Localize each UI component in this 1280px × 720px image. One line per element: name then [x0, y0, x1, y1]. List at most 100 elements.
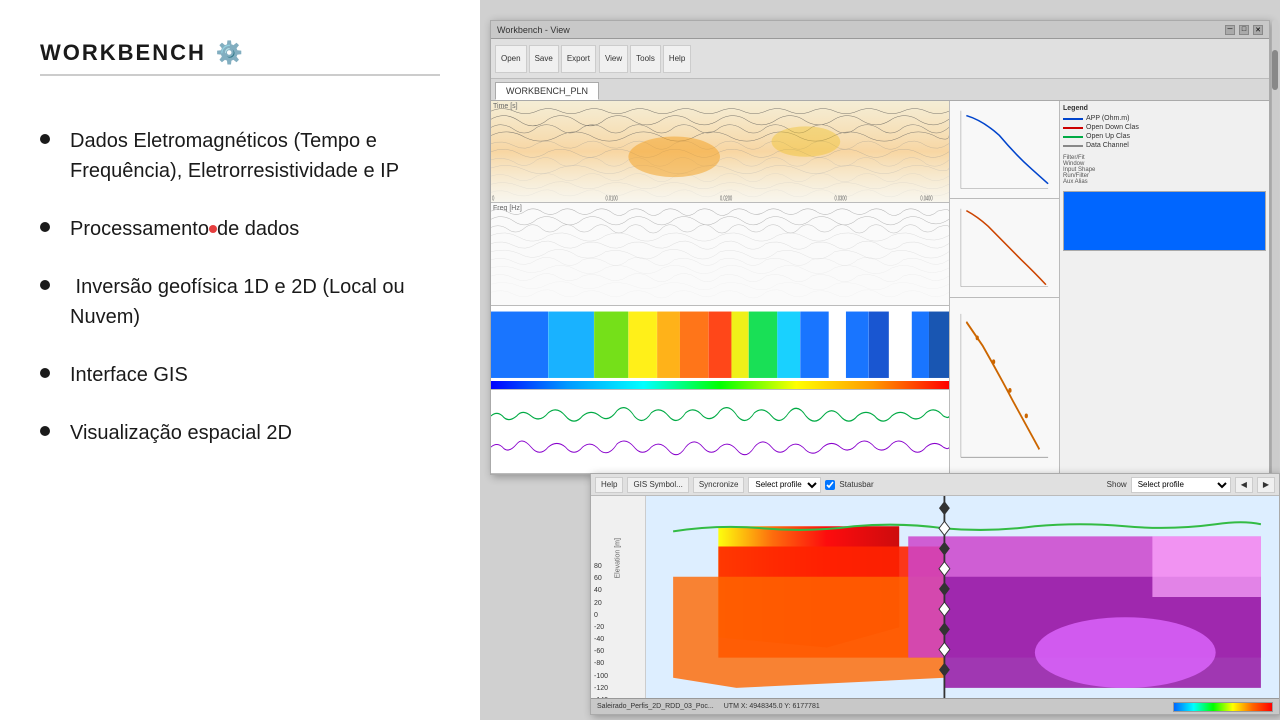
legend-row: Aux Alias [1063, 179, 1266, 185]
item5-text: Visualização espacial 2D [70, 418, 292, 448]
chart1-label: Time [s] [493, 103, 518, 110]
legend-extra: Filter/Fit Window Input Shape Run/Filter… [1063, 155, 1266, 185]
seismic-chart-1: 0 0.0100 0.0200 0.0300 0.0400 Time [s] [491, 101, 949, 203]
bullet-dot [40, 368, 50, 378]
toolbar-group: Open Save Export [495, 45, 596, 73]
gis-chart-area: Elevation [m] 80 60 40 20 0 -20 -40 -60 … [591, 496, 1279, 714]
status-colorscale [1173, 702, 1273, 712]
nav-right-button[interactable]: ▶ [1257, 477, 1275, 493]
chart2-label: Freq [Hz] [493, 205, 522, 212]
legend-swatch [1063, 136, 1083, 138]
legend-swatch [1063, 118, 1083, 120]
scrollbar-top[interactable] [1272, 20, 1278, 475]
legend-title: Legend [1063, 105, 1266, 112]
red-dot-icon [209, 225, 217, 233]
svg-text:0.0100: 0.0100 [606, 196, 618, 203]
bullet-dot [40, 280, 50, 290]
legend-item: Open Up Clas [1063, 133, 1266, 140]
gis-toolbar: Help GIS Symbol... Syncronize Select pro… [591, 474, 1279, 496]
gis-profile [646, 496, 1279, 698]
side-chart-3 [950, 298, 1059, 474]
tab-bar: WORKBENCH_PLN [491, 79, 1269, 101]
window-title: Workbench - View [497, 25, 570, 35]
show-profile-select[interactable]: Select profile [1131, 477, 1231, 493]
legend-item: APP (Ohm.m) [1063, 115, 1266, 122]
gis-sync-button[interactable]: Syncronize [693, 477, 745, 493]
list-item: Processamentode dados [40, 214, 440, 244]
legend-swatch [1063, 127, 1083, 129]
side-panels: Legend APP (Ohm.m) Open Down Clas Open U… [949, 101, 1269, 474]
maximize-button[interactable]: □ [1239, 25, 1249, 35]
gis-window: Help GIS Symbol... Syncronize Select pro… [590, 473, 1280, 715]
open-button[interactable]: Open [495, 45, 527, 73]
statusbar-checkbox[interactable] [825, 480, 835, 490]
gis-symbol-button[interactable]: GIS Symbol... [627, 477, 688, 493]
utm-status: UTM X: 4948345.0 Y: 6177781 [724, 703, 820, 710]
svg-text:0.0400: 0.0400 [920, 196, 932, 203]
charts-area: 0 0.0100 0.0200 0.0300 0.0400 Time [s] [491, 101, 1269, 474]
svg-text:0.0300: 0.0300 [835, 196, 847, 203]
svg-text:0.0200: 0.0200 [720, 196, 732, 203]
gis-y-axis: Elevation [m] 80 60 40 20 0 -20 -40 -60 … [591, 496, 646, 714]
legend-label: Open Up Clas [1086, 133, 1130, 140]
legend-label: APP (Ohm.m) [1086, 115, 1129, 122]
legend-label: Data Channel [1086, 142, 1129, 149]
export-button[interactable]: Export [561, 45, 596, 73]
right-panel: Workbench - View ─ □ ✕ Open Save Export … [480, 0, 1280, 720]
gis-profile-select[interactable]: Select profile [748, 477, 821, 493]
bullet-text: Dados Eletromagnéticos (Tempo e Frequênc… [70, 126, 399, 186]
seismic-chart-2: Freq [Hz] [491, 203, 949, 305]
side-chart-1 [950, 101, 1059, 199]
bullet-dot [40, 426, 50, 436]
bullet-text: Inversão geofísica 1D e 2D (Local ou Nuv… [70, 272, 405, 332]
logo-icon: ⚙️ [216, 40, 243, 66]
list-item: Interface GIS [40, 360, 440, 390]
toolbar-group2: View Tools Help [599, 45, 691, 73]
y-label: Elevation [m] [615, 531, 622, 579]
left-panel: WORKBENCH ⚙️ Dados Eletromagnéticos (Tem… [0, 0, 480, 720]
show-label: Show [1107, 480, 1127, 489]
legend-label: Open Down Clas [1086, 124, 1139, 131]
legend-item: Data Channel [1063, 142, 1266, 149]
legend-item: Open Down Clas [1063, 124, 1266, 131]
list-item: Dados Eletromagnéticos (Tempo e Frequênc… [40, 126, 440, 186]
bullet-dot [40, 134, 50, 144]
scrollbar-thumb [1272, 50, 1278, 90]
signal-chart [491, 390, 949, 474]
resistivity-chart [491, 306, 949, 390]
file-status: Saleirado_Perfis_2D_RDD_03_Poc... [597, 703, 714, 710]
legend-panel: Legend APP (Ohm.m) Open Down Clas Open U… [1059, 101, 1269, 474]
bullet-dot [40, 222, 50, 232]
list-item: Inversão geofísica 1D e 2D (Local ou Nuv… [40, 272, 440, 332]
gis-main-chart: 20 40 60 80 100 120 140 160 180 200 220 … [646, 496, 1279, 714]
side-chart-2 [950, 199, 1059, 297]
bullet-list: Dados Eletromagnéticos (Tempo e Frequênc… [40, 126, 440, 476]
toolbar-area: Open Save Export View Tools Help [491, 39, 1269, 79]
window-controls: ─ □ ✕ [1225, 25, 1263, 35]
bullet-text: Processamentode dados [70, 214, 299, 244]
main-charts: 0 0.0100 0.0200 0.0300 0.0400 Time [s] [491, 101, 949, 474]
minimize-button[interactable]: ─ [1225, 25, 1235, 35]
gis-help-button[interactable]: Help [595, 477, 623, 493]
item4-text: Interface GIS [70, 360, 188, 390]
workbench-window: Workbench - View ─ □ ✕ Open Save Export … [490, 20, 1270, 475]
legend-swatch [1063, 145, 1083, 147]
side-charts [949, 101, 1059, 474]
colorscale-bar [491, 381, 949, 389]
close-button[interactable]: ✕ [1253, 25, 1263, 35]
svg-text:0: 0 [492, 196, 494, 203]
list-item: Visualização espacial 2D [40, 418, 440, 448]
window-titlebar: Workbench - View ─ □ ✕ [491, 21, 1269, 39]
logo-area: WORKBENCH ⚙️ [40, 40, 440, 76]
view-button[interactable]: View [599, 45, 628, 73]
save-button[interactable]: Save [529, 45, 559, 73]
tools-button[interactable]: Tools [630, 45, 661, 73]
y-axis-labels: 80 60 40 20 0 -20 -40 -60 -80 -100 -120 … [594, 558, 642, 709]
statusbar-label: Statusbar [839, 480, 873, 489]
legend-colorblock [1063, 191, 1266, 251]
logo-text: WORKBENCH [40, 40, 206, 66]
gis-status-bar: Saleirado_Perfis_2D_RDD_03_Poc... UTM X:… [591, 698, 1279, 714]
nav-left-button[interactable]: ◀ [1235, 477, 1253, 493]
help-button[interactable]: Help [663, 45, 691, 73]
tab-main[interactable]: WORKBENCH_PLN [495, 82, 599, 100]
